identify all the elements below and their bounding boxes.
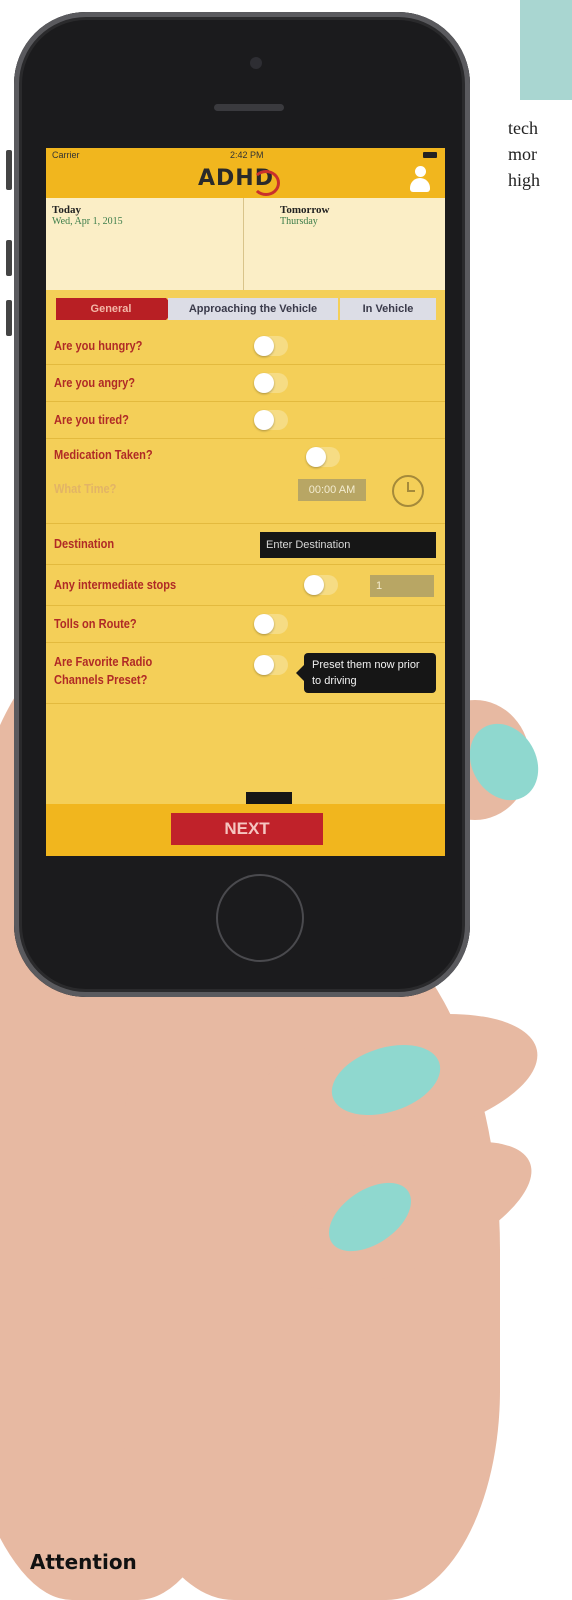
status-time: 2:42 PM	[230, 150, 264, 160]
carrier-label: Carrier	[52, 150, 80, 160]
tomorrow-label: Tomorrow	[280, 204, 330, 216]
side-text-line-1: tech	[508, 118, 538, 138]
drop-cap-letter	[520, 0, 572, 100]
home-button[interactable]	[216, 874, 304, 962]
question-row-angry: Are you angry?	[46, 365, 445, 402]
tolls-toggle[interactable]	[254, 614, 288, 634]
stops-toggle[interactable]	[304, 575, 338, 595]
app-header: ADHD	[46, 162, 445, 198]
question-hungry: Are you hungry?	[54, 338, 143, 353]
medication-time-field[interactable]: 00:00 AM	[298, 479, 366, 501]
page-caption: Attention	[30, 1550, 137, 1574]
stops-count-field[interactable]: 1	[370, 575, 434, 597]
front-camera	[250, 57, 262, 69]
question-what-time: What Time?	[54, 481, 117, 496]
preset-radio-button[interactable]: Preset them now prior to driving	[296, 653, 436, 693]
tab-general[interactable]: General	[56, 298, 176, 320]
next-button[interactable]: NEXT	[171, 813, 323, 845]
question-row-medication: Medication Taken? What Time? 00:00 AM	[46, 439, 445, 524]
question-row-stops: Any intermediate stops 1	[46, 565, 445, 606]
section-tabs: General Approaching the Vehicle In Vehic…	[56, 298, 436, 320]
earpiece-speaker	[214, 104, 284, 111]
question-row-hungry: Are you hungry?	[46, 328, 445, 365]
question-row-radio: Are Favorite Radio Channels Preset? Pres…	[46, 643, 445, 704]
angry-toggle[interactable]	[254, 373, 288, 393]
status-bar: Carrier 2:42 PM	[46, 148, 445, 162]
side-text-line-3: high	[508, 170, 541, 190]
question-tolls: Tolls on Route?	[54, 616, 137, 631]
date-divider	[243, 198, 244, 290]
tab-in-vehicle[interactable]: In Vehicle	[340, 298, 436, 320]
partial-field[interactable]	[246, 792, 292, 804]
bottom-bar: NEXT	[46, 804, 445, 856]
logo-swoosh-icon	[252, 170, 280, 196]
question-angry: Are you angry?	[54, 375, 136, 390]
question-row-tired: Are you tired?	[46, 402, 445, 439]
profile-icon[interactable]	[407, 166, 433, 194]
radio-toggle[interactable]	[254, 655, 288, 675]
volume-up-button[interactable]	[6, 240, 12, 276]
today-label: Today	[52, 204, 81, 216]
today-column: Today Wed, Apr 1, 2015	[52, 204, 123, 296]
question-stops: Any intermediate stops	[54, 577, 177, 592]
tab-approaching-vehicle[interactable]: Approaching the Vehicle	[168, 298, 338, 320]
hungry-toggle[interactable]	[254, 336, 288, 356]
volume-down-button[interactable]	[6, 300, 12, 336]
tired-toggle[interactable]	[254, 410, 288, 430]
today-date: Wed, Apr 1, 2015	[52, 216, 123, 227]
question-row-destination: Destination	[46, 524, 445, 565]
battery-icon	[423, 152, 437, 158]
mute-switch[interactable]	[6, 150, 12, 190]
question-medication: Medication Taken?	[54, 447, 153, 462]
app-screen: Carrier 2:42 PM ADHD Today Wed, Apr 1, 2…	[46, 148, 445, 856]
date-panel: Today Wed, Apr 1, 2015 Tomorrow Thursday	[46, 198, 445, 290]
question-row-tolls: Tolls on Route?	[46, 606, 445, 643]
question-destination: Destination	[54, 536, 115, 551]
question-tired: Are you tired?	[54, 412, 129, 427]
question-radio: Are Favorite Radio Channels Preset?	[54, 654, 153, 687]
tomorrow-day: Thursday	[280, 216, 318, 227]
tomorrow-column: Tomorrow Thursday	[280, 204, 330, 296]
medication-toggle[interactable]	[306, 447, 340, 467]
clock-icon[interactable]	[392, 475, 424, 507]
destination-input[interactable]	[260, 532, 436, 558]
side-text-line-2: mor	[508, 144, 537, 164]
